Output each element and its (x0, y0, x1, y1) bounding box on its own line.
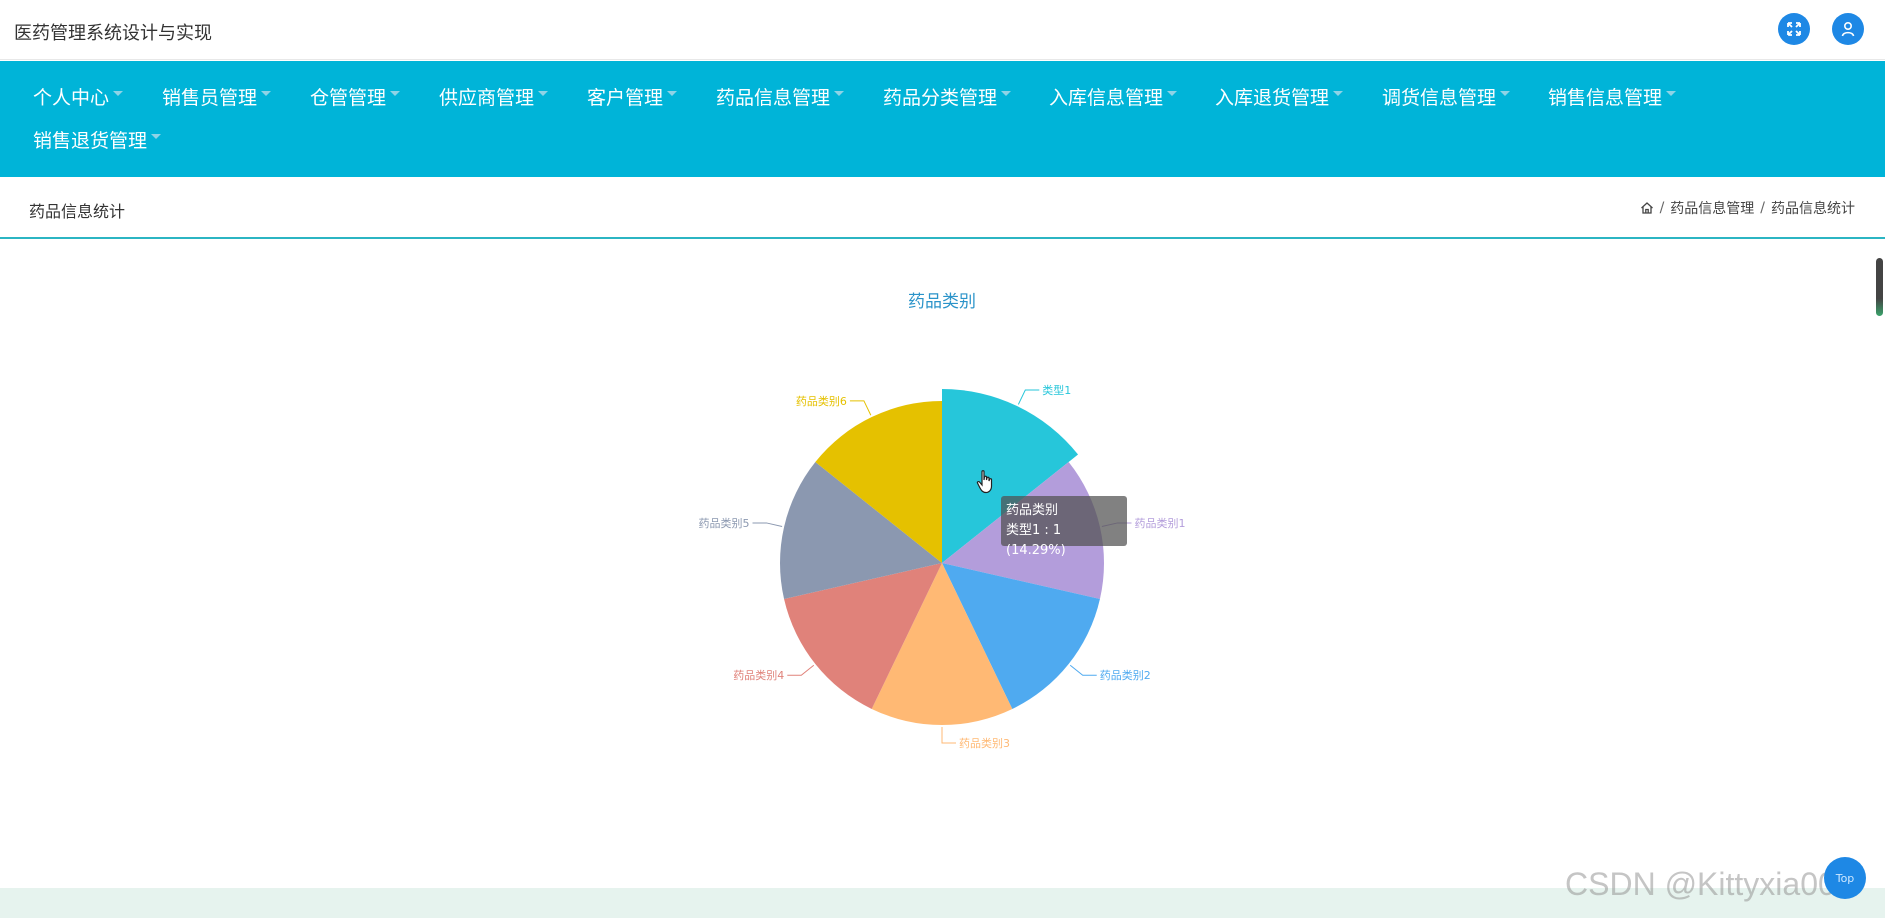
breadcrumb-item[interactable]: 药品信息管理 (1670, 198, 1754, 218)
top-header: 医药管理系统设计与实现 (0, 0, 1885, 60)
pie-leader-line (941, 727, 956, 744)
caret-down-icon (667, 91, 678, 96)
caret-down-icon (151, 134, 162, 139)
nav-item-stock-return[interactable]: 入库退货管理 (1215, 85, 1344, 111)
expand-icon (1787, 22, 1801, 36)
nav-item-warehouse[interactable]: 仓管管理 (310, 85, 401, 111)
nav-item-supplier[interactable]: 供应商管理 (439, 85, 549, 111)
watermark: CSDN @Kittyxia001 (1565, 866, 1854, 902)
home-icon[interactable] (1640, 201, 1654, 215)
scrollbar-thumb[interactable] (1876, 258, 1883, 316)
pie-leader-line (849, 400, 872, 416)
pie-label: 药品类别6 (796, 394, 847, 408)
nav-item-label: 入库信息管理 (1049, 87, 1164, 109)
caret-down-icon (113, 91, 124, 96)
breadcrumb-separator: / (1659, 200, 1665, 216)
caret-down-icon (1001, 91, 1012, 96)
nav-item-label: 个人中心 (33, 87, 110, 109)
tooltip-value: 类型1 : 1 (14.29%) (1006, 523, 1066, 558)
nav-item-label: 调货信息管理 (1382, 87, 1497, 109)
breadcrumb-item: 药品信息统计 (1771, 201, 1855, 217)
nav-item-label: 供应商管理 (439, 87, 535, 109)
nav-item-customer[interactable]: 客户管理 (587, 85, 678, 111)
page-title: 药品信息统计 (29, 202, 126, 221)
user-icon (1841, 21, 1855, 37)
caret-down-icon (1500, 91, 1511, 96)
caret-down-icon (538, 91, 549, 96)
main-nav: 个人中心 销售员管理 仓管管理 供应商管理 客户管理 药品信息管理 药品分类管理… (0, 61, 1885, 177)
pie-label: 药品类别5 (699, 516, 750, 530)
pie-chart: 药品类别 类型1 药品类别1 药品类别2 药品类别3 药品类别4 药品类别5 药品类别6 (699, 292, 1186, 750)
caret-down-icon (1666, 91, 1677, 96)
app-title: 医药管理系统设计与实现 (14, 23, 212, 44)
breadcrumb-separator: / (1760, 200, 1765, 216)
pie-leader-line (1069, 664, 1097, 676)
pie-label: 药品类别4 (733, 668, 784, 682)
chart-title: 药品类别 (908, 292, 976, 312)
caret-down-icon (261, 91, 272, 96)
nav-item-label: 药品分类管理 (883, 87, 998, 109)
nav-item-label: 销售员管理 (162, 87, 258, 109)
back-to-top-button[interactable]: Top (1824, 857, 1866, 899)
nav-item-personal-center[interactable]: 个人中心 (33, 85, 124, 111)
nav-item-salesperson[interactable]: 销售员管理 (162, 85, 272, 111)
nav-item-sales-info[interactable]: 销售信息管理 (1548, 85, 1677, 111)
pie-leader-line (787, 664, 815, 676)
nav-item-label: 入库退货管理 (1215, 87, 1330, 109)
hand-cursor-icon (976, 470, 996, 498)
nav-item-label: 销售退货管理 (33, 130, 148, 152)
pie-leader-line (752, 522, 783, 527)
user-menu-button[interactable] (1832, 13, 1864, 45)
nav-item-transfer[interactable]: 调货信息管理 (1382, 85, 1511, 111)
nav-item-stock-in[interactable]: 入库信息管理 (1049, 85, 1178, 111)
pie-label: 药品类别1 (1134, 516, 1185, 530)
caret-down-icon (390, 91, 401, 96)
breadcrumb: / 药品信息管理 / 药品信息统计 (1640, 198, 1855, 218)
caret-down-icon (1167, 91, 1178, 96)
nav-item-label: 客户管理 (587, 87, 664, 109)
caret-down-icon (1333, 91, 1344, 96)
nav-item-drug-info[interactable]: 药品信息管理 (716, 85, 845, 111)
fullscreen-button[interactable] (1778, 13, 1810, 45)
pie-label: 药品类别2 (1100, 668, 1151, 682)
pie-leader-line (1017, 389, 1040, 405)
pie-label: 类型1 (1042, 383, 1071, 397)
back-to-top-icon: Top (1835, 871, 1855, 885)
nav-item-label: 药品信息管理 (716, 87, 831, 109)
nav-item-label: 仓管管理 (310, 87, 387, 109)
nav-item-drug-category[interactable]: 药品分类管理 (883, 85, 1012, 111)
chart-tooltip: 药品类别 类型1 : 1 (14.29%) (1001, 496, 1127, 558)
nav-item-sales-return[interactable]: 销售退货管理 (33, 128, 162, 154)
tooltip-title: 药品类别 (1006, 503, 1059, 518)
nav-item-label: 销售信息管理 (1548, 87, 1663, 109)
pie-label: 药品类别3 (959, 736, 1010, 750)
breadcrumb-bar: 药品信息统计 / 药品信息管理 / 药品信息统计 (0, 177, 1885, 239)
caret-down-icon (834, 91, 845, 96)
